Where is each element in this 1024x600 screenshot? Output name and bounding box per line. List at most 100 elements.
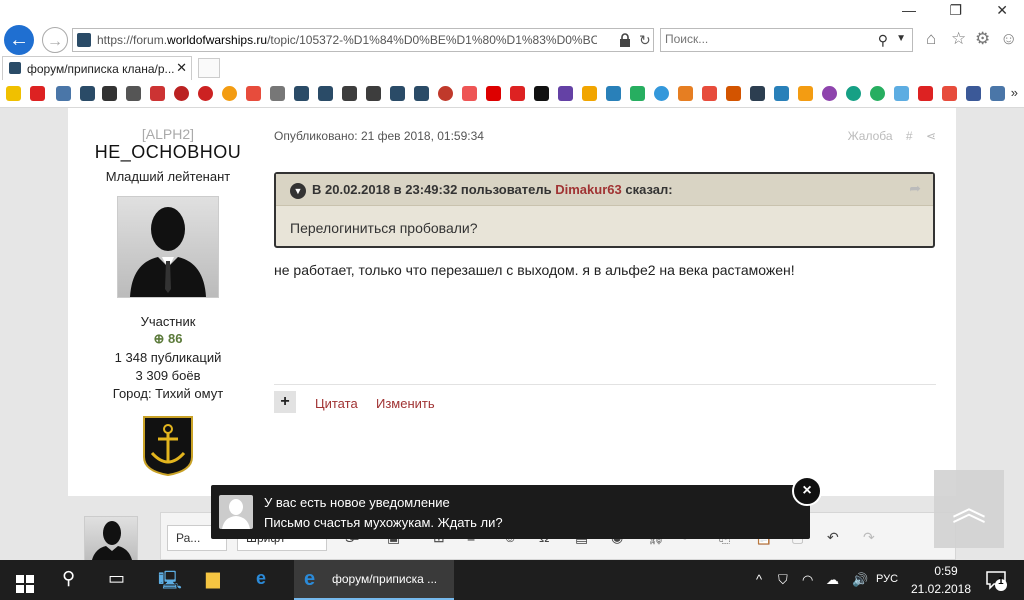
volume-icon[interactable]: 🔊 (852, 572, 868, 588)
author-avatar[interactable] (117, 196, 219, 298)
fav-site-icon[interactable] (438, 86, 453, 101)
address-bar[interactable]: https://forum.worldofwarships.ru/topic/1… (72, 28, 654, 52)
minimize-icon[interactable]: — (902, 2, 916, 18)
fav-site-icon[interactable] (294, 86, 309, 101)
scroll-to-top-button[interactable]: ︽ (934, 470, 1004, 548)
edit-button[interactable]: Изменить (376, 396, 435, 411)
fav-site-icon[interactable] (870, 86, 885, 101)
fav-youtube-icon[interactable] (30, 86, 45, 101)
file-explorer-icon[interactable]: ▆ (206, 568, 220, 592)
fav-site-icon[interactable] (102, 86, 117, 101)
permalink-link[interactable]: # (906, 129, 913, 143)
share-icon[interactable]: ⋖ (926, 129, 936, 143)
fav-site-icon[interactable] (486, 86, 501, 101)
tab-forum[interactable]: форум/приписка клана/р... ✕ (2, 56, 192, 80)
windows-start-icon[interactable] (16, 572, 34, 596)
fav-site-icon[interactable] (366, 86, 381, 101)
notification-popup[interactable]: У вас есть новое уведомление Письмо счас… (211, 485, 810, 539)
fav-site-icon[interactable] (822, 86, 837, 101)
refresh-icon[interactable]: ↻ (639, 32, 651, 49)
back-button[interactable]: ← (4, 25, 34, 55)
fav-site-icon[interactable] (510, 86, 525, 101)
tab-close-icon[interactable]: ✕ (176, 60, 187, 76)
forward-button[interactable]: → (42, 27, 68, 53)
tray-chevron-up-icon[interactable]: ^ (756, 572, 762, 587)
search-icon[interactable]: ⚲ (62, 568, 75, 592)
fav-site-icon[interactable] (918, 86, 933, 101)
fav-site-icon[interactable] (318, 86, 333, 101)
fav-site-icon[interactable] (534, 86, 549, 101)
fav-vk-icon[interactable] (56, 86, 71, 101)
fav-site-icon[interactable] (678, 86, 693, 101)
fav-site-icon[interactable] (270, 86, 285, 101)
fav-site-icon[interactable] (342, 86, 357, 101)
address-url[interactable]: https://forum.worldofwarships.ru/topic/1… (97, 33, 597, 47)
search-input[interactable] (665, 32, 865, 46)
fav-site-icon[interactable] (390, 86, 405, 101)
quote-button[interactable]: Цитата (315, 396, 358, 411)
undo-icon[interactable]: ↶ (827, 529, 839, 546)
settings-gear-icon[interactable]: ⚙ (975, 29, 990, 49)
fav-site-icon[interactable] (198, 86, 213, 101)
fav-site-icon[interactable] (462, 86, 477, 101)
collapse-chevron-icon[interactable]: ▼ (290, 183, 306, 199)
fav-site-icon[interactable] (942, 86, 957, 101)
report-link[interactable]: Жалоба (848, 129, 893, 143)
fav-site-icon[interactable] (606, 86, 621, 101)
fav-wows-icon[interactable] (80, 86, 95, 101)
security-shield-icon[interactable]: ⛉ (778, 572, 788, 588)
fav-site-icon[interactable] (750, 86, 765, 101)
search-box[interactable]: ⚲ ▼ (660, 28, 913, 52)
fav-site-icon[interactable] (702, 86, 717, 101)
smiley-feedback-icon[interactable]: ☺ (1000, 29, 1017, 49)
fav-site-icon[interactable] (174, 86, 189, 101)
fav-site-icon[interactable] (582, 86, 597, 101)
fav-site-icon[interactable] (222, 86, 237, 101)
clock-time[interactable]: 0:59 (926, 564, 966, 578)
fav-site-icon[interactable] (414, 86, 429, 101)
search-icon[interactable]: ⚲ (878, 32, 888, 49)
fav-site-icon[interactable] (150, 86, 165, 101)
search-dropdown-icon[interactable]: ▼ (896, 33, 906, 44)
favorites-star-icon[interactable]: ☆ (951, 29, 966, 49)
author-name[interactable]: HE_OCHOBHOU (68, 142, 268, 163)
fav-site-icon[interactable] (126, 86, 141, 101)
fav-site-icon[interactable] (894, 86, 909, 101)
fav-site-icon[interactable] (798, 86, 813, 101)
post-date: Опубликовано: 21 фев 2018, 01:59:34 (274, 129, 484, 143)
wifi-icon[interactable]: ◠ (802, 572, 813, 588)
author-role: Участник (140, 314, 196, 329)
multiquote-button[interactable]: + (274, 391, 296, 413)
silhouette-icon (222, 499, 250, 529)
restore-icon[interactable]: ❐ (949, 2, 962, 19)
close-window-icon[interactable]: ✕ (996, 2, 1008, 19)
action-center-icon[interactable]: 1 (984, 568, 1008, 592)
onedrive-cloud-icon[interactable]: ☁ (826, 572, 839, 588)
favorites-more-icon[interactable]: » (1011, 85, 1018, 100)
redo-icon[interactable]: ↷ (863, 529, 875, 546)
notification-message[interactable]: Письмо счастья мухожукам. Ждать ли? (264, 515, 503, 530)
fav-site-icon[interactable] (726, 86, 741, 101)
quote-citation: В 20.02.2018 в 23:49:32 пользователь Dim… (312, 182, 673, 197)
home-icon[interactable]: ⌂ (926, 29, 936, 49)
fav-site-icon[interactable] (246, 86, 261, 101)
post-actions: Жалоба # ⋖ (838, 129, 936, 143)
new-tab-button[interactable] (198, 58, 220, 78)
fav-site-icon[interactable] (630, 86, 645, 101)
fav-twitch-icon[interactable] (558, 86, 573, 101)
clock-date[interactable]: 21.02.2018 (908, 582, 974, 596)
this-pc-icon[interactable]: 🖳 (158, 568, 182, 592)
quoted-user-link[interactable]: Dimakur63 (555, 182, 621, 197)
quote-jump-icon[interactable]: ➦ (909, 180, 921, 197)
taskbar-ie-window[interactable]: e форум/приписка ... (294, 560, 454, 600)
edge-icon[interactable]: e (256, 568, 266, 592)
notification-close-button[interactable]: × (792, 476, 822, 506)
fav-site-icon[interactable] (774, 86, 789, 101)
language-indicator[interactable]: РУС (876, 573, 898, 585)
fav-star-icon[interactable] (6, 86, 21, 101)
task-view-icon[interactable]: ▭ (108, 568, 125, 592)
fav-site-icon[interactable] (654, 86, 669, 101)
fav-vk-icon[interactable] (990, 86, 1005, 101)
fav-facebook-icon[interactable] (966, 86, 981, 101)
fav-site-icon[interactable] (846, 86, 861, 101)
